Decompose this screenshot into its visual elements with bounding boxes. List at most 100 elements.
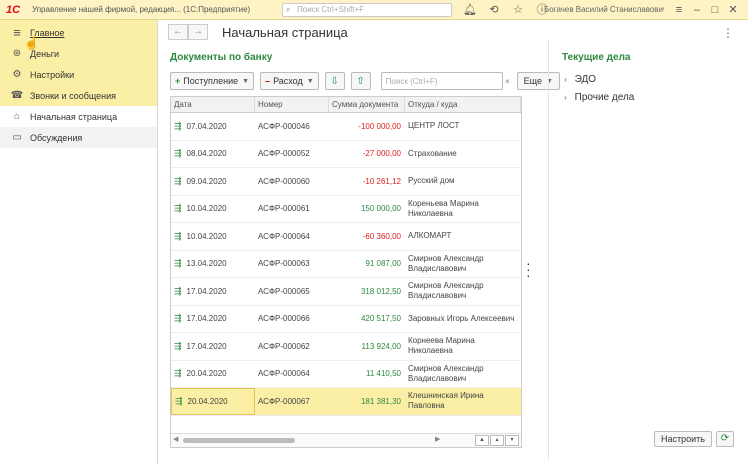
user-name[interactable]: Богачев Василий Станиславович — [544, 5, 664, 14]
scroll-down-icon[interactable]: ▾ — [505, 435, 519, 446]
back-button[interactable]: ← — [168, 24, 188, 40]
column-header-date[interactable]: Дата — [171, 97, 255, 112]
panel-resize-handle-icon[interactable]: · · · — [526, 256, 531, 282]
star-icon[interactable]: ☆ — [506, 2, 530, 18]
table-row[interactable]: ⇶ 07.04.2020 АСФР-000046 -100 000,00 ЦЕНТР Л… — [171, 113, 521, 141]
cell-party: Смирнов Александр Владиславович — [408, 363, 484, 383]
scroll-right-icon[interactable]: ▶ — [435, 435, 440, 443]
forward-button[interactable]: → — [188, 24, 208, 40]
gear-icon: ⚙ — [12, 69, 22, 80]
more-button[interactable]: Еще ▼ — [516, 72, 560, 90]
table-row[interactable]: ⇶ 17.04.2020 АСФР-000065 318 012,50 Смирнов … — [171, 278, 521, 306]
chevron-right-icon: › — [564, 75, 567, 84]
table-row[interactable]: ⇶ 13.04.2020 АСФР-000063 91 087,00 Смирнов А… — [171, 251, 521, 278]
history-icon[interactable]: ⟲ — [482, 2, 506, 18]
expense-button[interactable]: – Расход ▼ — [260, 72, 319, 90]
global-search-input[interactable]: ⌕ Поиск Ctrl+Shift+F — [282, 3, 452, 17]
import-button[interactable]: ⇩ — [324, 72, 345, 90]
table-body: ⇶ 07.04.2020 АСФР-000046 -100 000,00 ЦЕНТР Л… — [171, 113, 521, 416]
money-icon: ⊛ — [12, 48, 22, 59]
scroll-left-icon[interactable]: ◀ — [173, 435, 178, 443]
cell-number: АСФР-000062 — [258, 341, 310, 351]
document-icon: ⇶ — [174, 203, 182, 214]
task-edo[interactable]: › ЭДО — [564, 74, 596, 85]
cell-date-text: 10.04.2020 — [186, 231, 227, 241]
column-header-amount[interactable]: Сумма документа — [329, 97, 405, 112]
sidebar-item-calls[interactable]: ☎ Звонки и сообщения — [0, 85, 157, 106]
scroll-up-icon[interactable]: ▴ — [490, 435, 504, 446]
documents-search-input[interactable]: Поиск (Ctrl+F) × — [380, 72, 510, 90]
cell-party: Русский дом — [408, 176, 455, 186]
minus-icon: – — [265, 76, 271, 86]
cell-date-text: 17.04.2020 — [186, 314, 227, 324]
task-label: Прочие дела — [574, 92, 635, 103]
cell-date-text: 17.04.2020 — [186, 341, 227, 351]
refresh-button[interactable]: ⟳ — [716, 431, 734, 447]
cell-number: АСФР-000052 — [258, 149, 310, 159]
chevron-right-icon: › — [564, 93, 567, 102]
cell-date: ⇶ 10.04.2020 — [171, 223, 255, 250]
horizontal-scrollbar[interactable]: ◀ ▶ ▲ ▴ ▾ — [171, 433, 521, 447]
table-row[interactable]: ⇶ 20.04.2020 АСФР-000067 181 381,30 Клешнинс… — [171, 388, 521, 416]
cell-date: ⇶ 17.04.2020 — [171, 278, 255, 305]
kebab-menu-icon[interactable]: ⋮ — [722, 26, 734, 40]
table-row[interactable]: ⇶ 08.04.2020 АСФР-000052 -27 000,00 Страхова… — [171, 141, 521, 168]
table-row[interactable]: ⇶ 17.04.2020 АСФР-000066 420 517,50 Заровных… — [171, 306, 521, 333]
sidebar-item-label: Обсуждения — [30, 132, 83, 143]
maximize-icon[interactable]: □ — [706, 2, 724, 18]
table-row[interactable]: ⇶ 20.04.2020 АСФР-000064 11 410,50 Смирнов А… — [171, 361, 521, 388]
menu-icon: ≡ — [13, 25, 21, 40]
cell-party: АЛКОМАРТ — [408, 231, 452, 241]
cell-date-text: 10.04.2020 — [186, 204, 227, 214]
scroll-top-icon[interactable]: ▲ — [475, 435, 489, 446]
cell-party: Страхование — [408, 148, 457, 158]
cell-amount: -10 261,12 — [362, 176, 401, 186]
documents-title[interactable]: Документы по банку — [170, 52, 272, 63]
documents-table: Дата Номер Сумма документа Откуда / куда… — [170, 96, 522, 448]
phone-icon: ☎ — [10, 90, 24, 101]
documents-toolbar: + Поступление ▼ – Расход ▼ ⇩ ⇧ Поиск (Ct… — [170, 72, 560, 90]
panel-divider — [548, 40, 549, 460]
table-row[interactable]: ⇶ 17.04.2020 АСФР-000062 113 924,00 Корнеева… — [171, 333, 521, 361]
table-row[interactable]: ⇶ 10.04.2020 АСФР-000061 150 000,00 Кореньев… — [171, 196, 521, 223]
cell-party: Клешнинская Ирина Павловна — [408, 391, 484, 411]
document-icon: ⇶ — [175, 395, 183, 406]
cell-amount: -100 000,00 — [358, 121, 401, 131]
table-row[interactable]: ⇶ 09.04.2020 АСФР-000060 -10 261,12 Русский … — [171, 168, 521, 196]
window-title: Управление нашей фирмой, редакция... (1С… — [32, 5, 251, 14]
cell-number: АСФР-000046 — [258, 121, 310, 131]
receipt-button[interactable]: + Поступление ▼ — [170, 72, 255, 90]
document-icon: ⇶ — [174, 258, 182, 269]
sidebar-item-settings[interactable]: ⚙ Настройки — [0, 64, 157, 85]
column-header-party[interactable]: Откуда / куда — [405, 97, 521, 112]
scroll-thumb[interactable] — [183, 438, 295, 443]
task-other[interactable]: › Прочие дела — [564, 92, 634, 103]
close-icon[interactable]: ✕ — [724, 2, 742, 18]
cell-number: АСФР-000064 — [258, 369, 310, 379]
more-icon[interactable]: ≡ — [670, 2, 688, 18]
sidebar-item-discussions[interactable]: ▭ Обсуждения — [0, 127, 157, 148]
sidebar-item-home[interactable]: ⌂ Начальная страница — [0, 106, 157, 127]
document-icon: ⇶ — [174, 230, 182, 241]
table-row[interactable]: ⇶ 10.04.2020 АСФР-000064 -60 360,00 АЛКОМАРТ — [171, 223, 521, 251]
import-icon: ⇩ — [330, 75, 339, 87]
cell-date: ⇶ 09.04.2020 — [171, 168, 255, 195]
cell-date: ⇶ 13.04.2020 — [171, 251, 255, 278]
document-icon: ⇶ — [174, 148, 182, 159]
cell-number: АСФР-000067 — [258, 396, 310, 406]
bell-icon[interactable]: 🔔︎ — [458, 2, 482, 18]
cell-date-text: 07.04.2020 — [186, 121, 227, 131]
sidebar-item-label: Деньги — [30, 48, 60, 59]
setup-button[interactable]: Настроить — [654, 431, 712, 447]
sidebar-item-label: Звонки и сообщения — [30, 90, 117, 101]
minimize-icon[interactable]: – — [688, 2, 706, 18]
clear-icon[interactable]: × — [505, 77, 510, 86]
chevron-down-icon: ▼ — [306, 77, 314, 85]
cell-amount: 420 517,50 — [360, 314, 401, 324]
mouse-cursor-icon: ☝ — [24, 36, 39, 50]
column-header-number[interactable]: Номер — [255, 97, 329, 112]
export-button[interactable]: ⇧ — [350, 72, 371, 90]
document-icon: ⇶ — [174, 285, 182, 296]
main-content: ← → Начальная страница ⋮ Документы по ба… — [158, 20, 748, 464]
document-icon: ⇶ — [174, 313, 182, 324]
